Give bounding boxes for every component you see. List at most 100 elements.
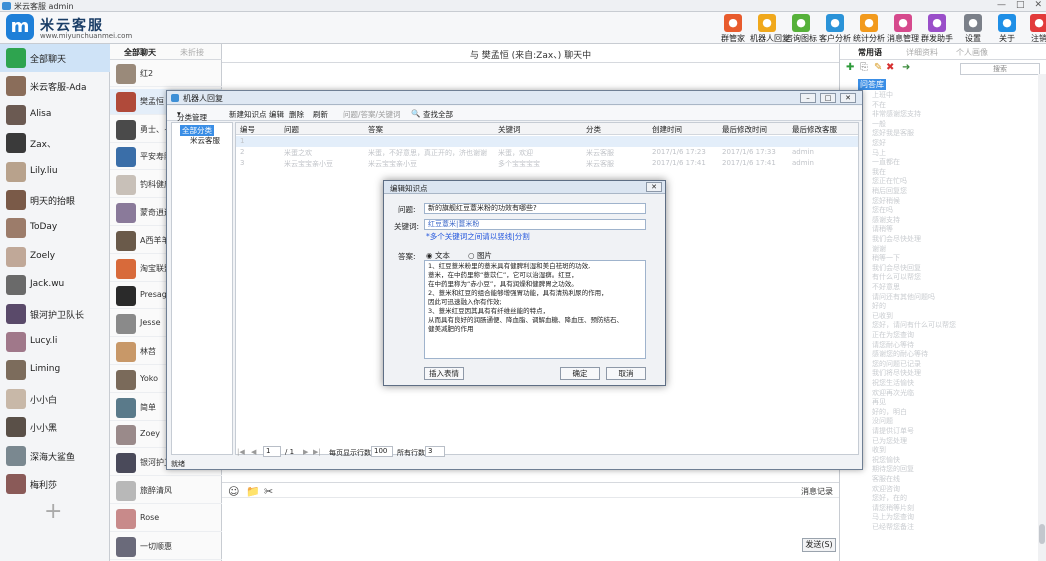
account-item[interactable]: Zax、 <box>0 129 110 157</box>
account-item[interactable]: Jack.wu <box>0 271 110 299</box>
search-all-button[interactable]: 查找全部 <box>423 109 453 120</box>
cancel-button[interactable]: 取消 <box>606 367 646 380</box>
account-item[interactable]: 小小白 <box>0 385 110 413</box>
account-item[interactable]: Zoely <box>0 243 110 271</box>
robot-maximize-button[interactable]: □ <box>820 93 836 103</box>
insert-emoji-button[interactable]: 插入表情 <box>424 367 464 380</box>
phrase-tree-root[interactable]: 问答库 <box>858 79 886 90</box>
toolbar-button-4[interactable]: ● 统计分析 <box>852 14 886 44</box>
phrase-item[interactable]: 一般 <box>872 119 886 129</box>
phrase-item[interactable]: 马上为您查询 <box>872 512 914 522</box>
toolbar-button-3[interactable]: ● 客户分析 <box>818 14 852 44</box>
toolbar-button-1[interactable]: ● 机器人回复 <box>750 14 790 44</box>
phrase-item[interactable]: 非常感谢您支持 <box>872 109 921 119</box>
phrase-item[interactable]: 请您稍等片刻 <box>872 503 914 513</box>
maximize-button[interactable]: □ <box>1016 0 1025 10</box>
toolbar-button-7[interactable]: ● 设置 <box>956 14 990 44</box>
page-number-input[interactable]: 1 <box>263 446 281 457</box>
account-item[interactable]: 小小黑 <box>0 413 110 441</box>
phrase-item[interactable]: 请问还有其他问题吗 <box>872 292 935 302</box>
edit-dialog-close-button[interactable]: ✕ <box>646 182 662 192</box>
phrase-item[interactable]: 期待您的回复 <box>872 464 914 474</box>
phrase-item[interactable]: 欢迎咨询 <box>872 484 900 494</box>
column-header[interactable]: 问题 <box>284 124 299 135</box>
send-button[interactable]: 发送(S) <box>802 538 836 552</box>
minimize-button[interactable]: — <box>997 0 1006 10</box>
keyword-input[interactable]: 红豆薏米|薏米粉 <box>424 219 646 230</box>
scrollbar[interactable] <box>1038 74 1046 561</box>
column-header[interactable]: 最后修改客服 <box>792 124 837 135</box>
phrase-item[interactable]: 已经帮您备注 <box>872 522 914 532</box>
phrase-item[interactable]: 我们会尽快回复 <box>872 263 921 273</box>
tab-all-chats[interactable]: 全部聊天 <box>124 47 156 58</box>
robot-close-button[interactable]: ✕ <box>840 93 856 103</box>
phrase-item[interactable]: 客服在线 <box>872 474 900 484</box>
phrase-item[interactable]: 已为您处理 <box>872 436 907 446</box>
phrase-item[interactable]: 收到 <box>872 445 886 455</box>
delete-icon[interactable]: ✖ <box>886 62 894 73</box>
category-menu[interactable]: 分类管理 ▾ <box>177 109 207 122</box>
robot-minimize-button[interactable]: – <box>800 93 816 103</box>
phrase-item[interactable]: 请提供订单号 <box>872 426 914 436</box>
emoji-icon[interactable]: ☺ <box>228 485 239 498</box>
add-account-button[interactable]: + <box>44 499 62 524</box>
table-row[interactable]: 3 米云宝宝亲小豆 米云宝宝亲小豆 多个宝宝宝宝 米云客服 2017/1/6 17:41 2… <box>236 158 858 169</box>
scrollbar-thumb[interactable] <box>1039 524 1045 544</box>
contact-item[interactable]: 一切顺惠 <box>110 534 222 560</box>
phrase-item[interactable]: 您好我是客服 <box>872 128 914 138</box>
phrase-item[interactable]: 谢谢 <box>872 244 886 254</box>
phrase-item[interactable]: 感谢支持 <box>872 215 900 225</box>
last-page-icon[interactable]: ▶| <box>313 448 321 456</box>
phrase-item[interactable]: 您在吗 <box>872 205 893 215</box>
delete-knowledge-button[interactable]: 删除 <box>289 109 304 120</box>
tree-miyun-service[interactable]: 米云客服 <box>190 135 220 146</box>
account-item[interactable]: 银河护卫队长 <box>0 300 110 328</box>
column-header[interactable]: 编号 <box>240 124 255 135</box>
account-item[interactable]: ToDay <box>0 214 110 242</box>
close-button[interactable]: ✕ <box>1034 0 1042 10</box>
phrase-item[interactable]: 祝您生活愉快 <box>872 378 914 388</box>
ok-button[interactable]: 确定 <box>560 367 600 380</box>
toolbar-button-5[interactable]: ● 消息管理 <box>886 14 920 44</box>
phrase-item[interactable]: 马上 <box>872 148 886 158</box>
toolbar-button-9[interactable]: ● 注销 <box>1022 14 1046 44</box>
folder-icon[interactable]: 📁 <box>246 485 260 498</box>
toolbar-button-6[interactable]: ● 群发助手 <box>920 14 954 44</box>
toolbar-button-2[interactable]: ● 咨询图标 <box>784 14 818 44</box>
move-icon[interactable]: ➜ <box>902 62 910 73</box>
account-item[interactable]: Lily.liu <box>0 158 110 186</box>
refresh-button[interactable]: 刷新 <box>313 109 328 120</box>
table-row[interactable]: 1 <box>236 136 858 147</box>
phrase-item[interactable]: 您好稍候 <box>872 196 900 206</box>
tab-common-phrases[interactable]: 常用语 <box>858 47 882 58</box>
message-record-link[interactable]: 消息记录 <box>801 486 833 497</box>
phrase-item[interactable]: 感谢您的耐心等待 <box>872 349 928 359</box>
phrase-item[interactable]: 欢迎再次光临 <box>872 388 914 398</box>
new-knowledge-button[interactable]: 新建知识点 <box>229 109 267 120</box>
add-icon[interactable]: ✚ <box>846 62 854 73</box>
account-item[interactable]: Liming <box>0 356 110 384</box>
phrase-item[interactable]: 好的 <box>872 301 886 311</box>
account-item[interactable]: 明天的抬眼 <box>0 186 110 214</box>
phrase-item[interactable]: 您好，请问有什么可以帮您 <box>872 320 956 330</box>
edit-icon[interactable]: ✎ <box>874 62 882 73</box>
column-header[interactable]: 分类 <box>586 124 601 135</box>
phrase-item[interactable]: 上班中 <box>872 90 893 100</box>
column-header[interactable]: 创建时间 <box>652 124 682 135</box>
phrase-item[interactable]: 您好，在的 <box>872 493 907 503</box>
answer-textarea[interactable]: 1、红豆薏米粉里的薏米具有健脾利湿和美白祛斑的功效, 薏米，在中药里称“薏苡仁”，… <box>424 260 646 359</box>
prev-page-icon[interactable]: ◀ <box>251 448 256 456</box>
phrase-item[interactable]: 您正在忙吗 <box>872 176 907 186</box>
tab-unreplied[interactable]: 未折接 <box>180 47 204 58</box>
account-item[interactable]: Lucy.li <box>0 328 110 356</box>
tab-profile[interactable]: 个人画像 <box>956 47 988 58</box>
tab-detail[interactable]: 详细资料 <box>906 47 938 58</box>
question-input[interactable]: 新的旗舰红豆薏米粉的功效有哪些? <box>424 203 646 214</box>
phrase-item[interactable]: 稍后回复您 <box>872 186 907 196</box>
phrase-item[interactable]: 正在为您查询 <box>872 330 914 340</box>
table-row[interactable]: 2 米蛋之欢 米蛋，不好意思，真正开的，济也谢谢 米蛋，欢迎 米云客服 2017/1/6 … <box>236 147 858 158</box>
phrase-item[interactable]: 请稍等 <box>872 224 893 234</box>
phrase-item[interactable]: 不在 <box>872 100 886 110</box>
column-header[interactable]: 最后修改时间 <box>722 124 767 135</box>
account-item[interactable]: 深海大鲨鱼 <box>0 442 110 470</box>
